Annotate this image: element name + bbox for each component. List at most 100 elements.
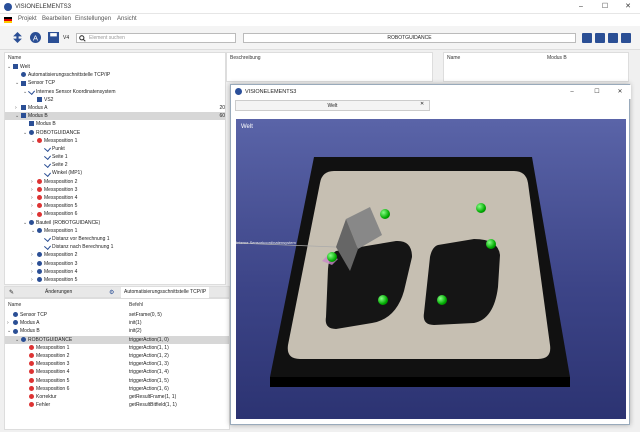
node-icon xyxy=(37,277,42,283)
measure-point-4[interactable] xyxy=(476,203,486,213)
table-cell-name: ROBOTGUIDANCE xyxy=(28,336,73,343)
user-icon[interactable] xyxy=(608,33,618,43)
tree-row[interactable]: Distanz nach Berechnung 1 xyxy=(5,243,225,251)
svg-text:A: A xyxy=(33,33,39,42)
menu-einstellungen[interactable]: Einstellungen xyxy=(75,16,111,22)
save-icon[interactable] xyxy=(48,32,59,43)
up-down-arrows-icon[interactable] xyxy=(12,32,23,43)
document-icon[interactable] xyxy=(582,33,592,43)
tree-row[interactable]: VS2 xyxy=(5,96,225,104)
feature-icon xyxy=(43,161,52,169)
tree-row[interactable]: Seite 2 xyxy=(5,161,225,169)
minimize-icon[interactable]: – xyxy=(561,85,583,99)
measure-point-1[interactable] xyxy=(378,295,388,305)
table-row[interactable]: Messposition 5 triggerAction(1, 5) xyxy=(5,377,229,385)
lock-icon[interactable] xyxy=(621,33,631,43)
tree-row[interactable]: ⌄ Sensor TCP xyxy=(5,79,225,87)
tree-row-label: Internes Sensor Koordinatensystem xyxy=(36,88,116,95)
measure-position-icon xyxy=(37,178,42,184)
table-row[interactable]: Korrektur getResultFrame(1, 1) xyxy=(5,393,229,401)
tree-row[interactable]: ⌄ Messposition 1 xyxy=(5,227,225,235)
tree-row[interactable]: › Messposition 2 xyxy=(5,178,225,186)
menu-projekt[interactable]: Projekt xyxy=(18,16,37,22)
measure-point-2[interactable] xyxy=(437,295,447,305)
scene-drawing xyxy=(236,157,570,387)
tree-row[interactable]: Modus B xyxy=(5,120,225,128)
tree-row[interactable]: › Messposition 5 xyxy=(5,202,225,210)
tree-row-label: Messposition 6 xyxy=(44,211,78,218)
table-row[interactable]: Messposition 2 triggerAction(1, 2) xyxy=(5,352,229,360)
menu-ansicht[interactable]: Ansicht xyxy=(117,16,137,22)
tab-close-icon[interactable]: ✕ xyxy=(420,101,424,107)
minimize-icon[interactable]: – xyxy=(570,0,592,14)
table-cell-name: Messposition 2 xyxy=(36,352,70,359)
table-cell-name-wrap: Messposition 4 xyxy=(23,368,69,376)
tree-row[interactable]: › Messposition 4 xyxy=(5,268,225,276)
tree-row[interactable]: ⌄ Internes Sensor Koordinatensystem xyxy=(5,87,225,96)
window-title: VISIONELEMENTS3 xyxy=(15,4,72,10)
a-icon[interactable]: A xyxy=(30,32,41,43)
chevron-right-icon[interactable]: › xyxy=(31,251,37,259)
tree-row[interactable]: Seite 1 xyxy=(5,153,225,161)
tree-row-label: VS2 xyxy=(44,96,54,103)
tree-row[interactable]: › Messposition 3 xyxy=(5,186,225,194)
camera-icon[interactable] xyxy=(595,33,605,43)
tree-row[interactable]: › Messposition 4 xyxy=(5,194,225,202)
tree-row[interactable]: ⌄ Messposition 1 xyxy=(5,137,225,145)
tree-row[interactable]: ⌄ Bauteil (ROBOTGUIDANCE) xyxy=(5,219,225,227)
tree-row-label: Punkt xyxy=(52,145,65,152)
language-flag-icon[interactable] xyxy=(4,17,12,23)
tree-row[interactable]: › Messposition 6 xyxy=(5,210,225,218)
table-row[interactable]: › Modus A init(1) xyxy=(5,319,229,327)
measure-point-5[interactable] xyxy=(380,209,390,219)
table-row[interactable]: Messposition 4 triggerAction(1, 4) xyxy=(5,368,229,376)
table-row[interactable]: Sensor TCP setFrame(0, 5) xyxy=(5,311,229,319)
search-input[interactable]: Element suchen xyxy=(76,33,236,43)
measure-point-6[interactable] xyxy=(327,252,337,262)
table-row[interactable]: Messposition 3 triggerAction(1, 3) xyxy=(5,360,229,368)
tree-row[interactable]: › Messposition 3 xyxy=(5,260,225,268)
tree-row[interactable]: Automatisierungsschnittstelle TCP/IP xyxy=(5,71,225,79)
description-panel: Beschreibung xyxy=(226,52,433,82)
tree-row[interactable]: Distanz vor Berechnung 1 xyxy=(5,235,225,243)
tree-row[interactable]: › Messposition 5 xyxy=(5,276,225,284)
node-icon xyxy=(37,227,42,233)
tree-row[interactable]: › Modus A 20 xyxy=(5,104,225,112)
table-row[interactable]: ⌄ Modus B init(2) xyxy=(5,327,229,335)
tree-row[interactable]: ⌄ Welt xyxy=(5,63,225,71)
table-row[interactable]: Messposition 6 triggerAction(1, 6) xyxy=(5,385,229,393)
table-cell-name: Modus B xyxy=(20,328,40,335)
tree-row[interactable]: ⌄ ROBOTGUIDANCE xyxy=(5,129,225,137)
close-icon[interactable]: ✕ xyxy=(609,85,631,99)
maximize-icon[interactable]: ☐ xyxy=(586,85,608,99)
tab-changes[interactable]: Änderungen xyxy=(45,287,72,298)
table-cell-command: triggerAction(1, 3) xyxy=(129,361,169,368)
chevron-right-icon[interactable]: › xyxy=(31,202,37,210)
feature-icon xyxy=(27,87,36,95)
description-header: Beschreibung xyxy=(230,55,261,61)
table-row[interactable]: Messposition 1 triggerAction(1, 1) xyxy=(5,344,229,352)
menu-bearbeiten[interactable]: Bearbeiten xyxy=(42,16,71,22)
tree-row[interactable]: › Messposition 2 xyxy=(5,251,225,259)
breadcrumb[interactable]: ROBOTGUIDANCE xyxy=(243,33,576,43)
maximize-icon[interactable]: ☐ xyxy=(594,0,616,14)
chevron-right-icon[interactable]: › xyxy=(7,319,13,327)
table-row[interactable]: ⌄ ROBOTGUIDANCE triggerAction(1, 0) xyxy=(5,335,229,344)
measure-point-3[interactable] xyxy=(486,239,496,249)
table-row[interactable]: Fehler getResultBitfield(1, 1) xyxy=(5,401,229,409)
table-rows: Sensor TCP setFrame(0, 5) › Modus Ainit(1) ⌄… xyxy=(5,311,229,409)
tab-welt[interactable]: Welt xyxy=(235,100,430,111)
tree-row[interactable]: Punkt xyxy=(5,145,225,153)
table-cell-name-wrap: Messposition 2 xyxy=(23,352,69,360)
tree-row-label: Sensor TCP xyxy=(28,80,56,87)
table-cell-name-wrap: › Modus A xyxy=(7,319,39,327)
tab-interface[interactable]: Automatisierungsschnittstelle TCP/IP xyxy=(121,287,210,298)
close-icon[interactable]: ✕ xyxy=(617,0,639,14)
node-icon xyxy=(37,252,42,258)
tree-row[interactable]: ⌄ Modus B 60 xyxy=(5,112,225,121)
pencil-icon: ✎ xyxy=(9,290,15,296)
table-cell-name: Messposition 6 xyxy=(36,385,70,392)
table-cell-command: triggerAction(1, 6) xyxy=(129,385,169,392)
tree-row[interactable]: Winkel (MP1) xyxy=(5,169,225,177)
3d-viewport[interactable]: Welt Interne Sensorkoordinatensystem xyxy=(236,119,626,419)
